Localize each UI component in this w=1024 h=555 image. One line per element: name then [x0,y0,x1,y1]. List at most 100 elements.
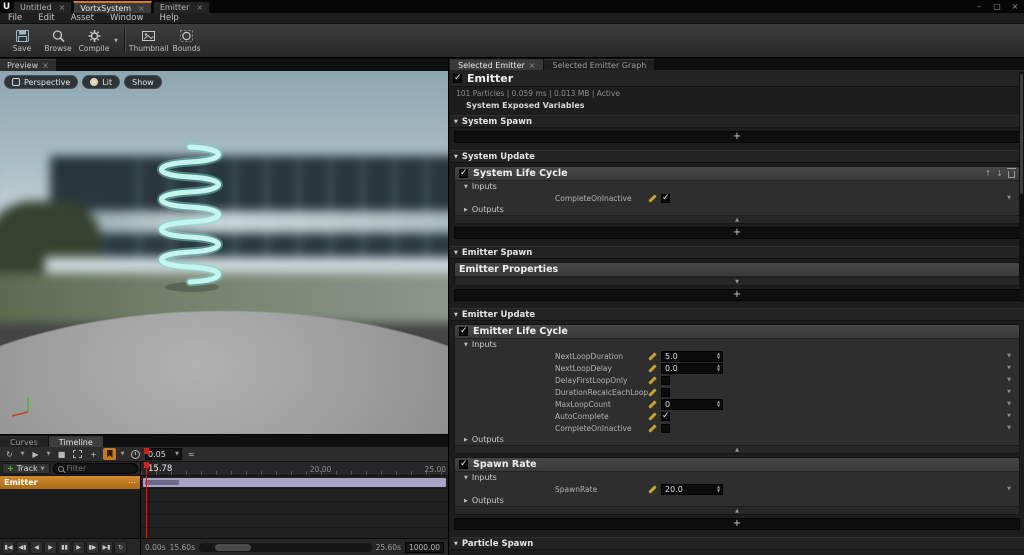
system-exposed-variables-label[interactable]: System Exposed Variables [454,99,1020,112]
snap-interval-input[interactable] [148,449,172,459]
move-down-icon[interactable]: ↓ [996,169,1003,178]
emitter-range-bar[interactable] [143,478,446,487]
transport-loop-button[interactable]: ↻ [114,540,127,554]
param-checkbox[interactable] [661,193,670,203]
details-scrollbar[interactable] [1019,72,1024,302]
bounds-button[interactable]: Bounds [169,25,205,57]
close-icon[interactable]: × [529,61,536,70]
close-icon[interactable]: × [42,61,49,70]
param-options-caret[interactable]: ▼ [1007,389,1011,395]
tab-selected-emitter[interactable]: Selected Emitter × [450,59,544,70]
param-options-caret[interactable]: ▼ [1007,401,1011,407]
close-button[interactable]: × [1006,0,1024,13]
tab-curves[interactable]: Curves [0,436,48,447]
param-checkbox[interactable] [661,387,670,397]
inputs-expander[interactable]: ▼ Inputs [455,339,1019,350]
preview-viewport[interactable]: Perspective Lit Show [0,71,448,434]
transport-frame-back-button[interactable]: ◀ [30,540,43,554]
module-enabled-checkbox[interactable] [459,459,468,469]
playback-caret[interactable]: ▼ [19,448,26,460]
transport-jump-back-button[interactable]: ◀▮ [16,540,29,554]
snap-interval-combo[interactable]: ▼ [145,448,182,460]
move-up-icon[interactable]: ↑ [985,169,992,178]
param-options-caret[interactable]: ▼ [1007,377,1011,383]
move-tool-icon[interactable]: + [87,448,100,460]
playhead-line[interactable] [144,462,149,538]
menu-help[interactable]: Help [151,13,186,23]
compile-button[interactable]: Compile [76,25,112,57]
section-emitter-update[interactable]: ▼ Emitter Update [450,308,1024,321]
module-header[interactable]: Emitter Properties [455,263,1019,277]
play-caret[interactable]: ▼ [45,448,52,460]
outputs-expander[interactable]: ▶ Outputs [455,434,1019,445]
marquee-select-icon[interactable] [71,448,84,460]
tab-timeline[interactable]: Timeline [48,436,103,447]
inputs-expander[interactable]: ▼ Inputs [455,181,1019,192]
section-system-spawn[interactable]: ▼ System Spawn [450,115,1024,128]
menu-edit[interactable]: Edit [30,13,62,23]
number-input[interactable] [661,350,723,362]
spinner-icon[interactable]: ▲ ▼ [715,399,722,410]
track-filter-input[interactable] [66,464,133,473]
number-field[interactable]: ▲▼ [661,398,723,410]
add-module-button[interactable]: + [454,289,1020,301]
delete-module-icon[interactable] [1007,168,1016,178]
maximize-button[interactable]: □ [988,0,1006,13]
add-track-button[interactable]: + Track ▼ [2,463,50,474]
module-collapse-strip[interactable]: ▲ [455,506,1019,514]
emitter-track-lane[interactable] [141,476,448,489]
edit-pencil-icon[interactable] [647,193,658,203]
module-header[interactable]: System Life Cycle ↑ ↓ [455,167,1019,181]
inputs-expander[interactable]: ▼ Inputs [455,472,1019,483]
save-button[interactable]: Save [4,25,40,57]
play-indicator-icon[interactable]: ▶ [29,448,42,460]
track-filter[interactable] [52,463,138,474]
param-options-caret[interactable]: ▼ [1007,195,1011,201]
add-module-button[interactable]: + [454,227,1020,239]
section-emitter-spawn[interactable]: ▼ Emitter Spawn [450,246,1024,259]
scrollbar-handle[interactable] [214,543,251,551]
edit-pencil-icon[interactable] [647,363,658,373]
tab-untitled[interactable]: Untitled × [13,1,73,13]
snap-time-icon[interactable] [129,448,142,460]
browse-button[interactable]: Browse [40,25,76,57]
edit-pencil-icon[interactable] [647,399,658,409]
add-module-button[interactable]: + [454,518,1020,530]
edit-pencil-icon[interactable] [647,375,658,385]
timeline-scrollbar[interactable] [199,542,372,552]
track-options-icon[interactable]: ⋯ [128,478,136,487]
param-checkbox[interactable] [661,423,670,433]
minimize-button[interactable]: – [970,0,988,13]
emitter-enabled-checkbox[interactable] [453,73,462,83]
edit-pencil-icon[interactable] [647,423,658,433]
transport-jump-forward-button[interactable]: ▮▶ [86,540,99,554]
param-checkbox[interactable] [661,375,670,385]
section-system-update[interactable]: ▼ System Update [450,150,1024,163]
param-checkbox[interactable] [661,411,670,421]
section-particle-spawn[interactable]: ▼ Particle Spawn [450,537,1024,550]
module-enabled-checkbox[interactable] [459,326,468,336]
module-enabled-checkbox[interactable] [459,168,468,178]
curve-fit-icon[interactable]: ≈ [184,448,198,460]
track-lanes[interactable] [141,462,448,538]
number-field[interactable]: ▲▼ [661,362,723,374]
edit-pencil-icon[interactable] [647,411,658,421]
auto-key-caret[interactable]: ▼ [119,448,126,460]
param-options-caret[interactable]: ▼ [1007,413,1011,419]
param-options-caret[interactable]: ▼ [1007,365,1011,371]
add-module-button[interactable]: + [454,131,1020,143]
lit-button[interactable]: Lit [82,75,121,89]
playback-options-icon[interactable]: ↻ [3,448,16,460]
number-field[interactable]: ▲▼ [661,483,723,495]
edit-pencil-icon[interactable] [647,351,658,361]
edit-pencil-icon[interactable] [647,387,658,397]
show-button[interactable]: Show [124,75,162,89]
tab-selected-emitter-graph[interactable]: Selected Emitter Graph [544,59,655,70]
close-icon[interactable]: × [138,4,145,13]
tab-emitter[interactable]: Emitter × [152,1,211,13]
perspective-button[interactable]: Perspective [4,75,79,89]
transport-pause-button[interactable]: ▮▮ [58,540,71,554]
tab-preview[interactable]: Preview × [0,59,56,71]
module-collapse-strip[interactable]: ▲ [455,445,1019,453]
number-input[interactable] [661,483,723,495]
